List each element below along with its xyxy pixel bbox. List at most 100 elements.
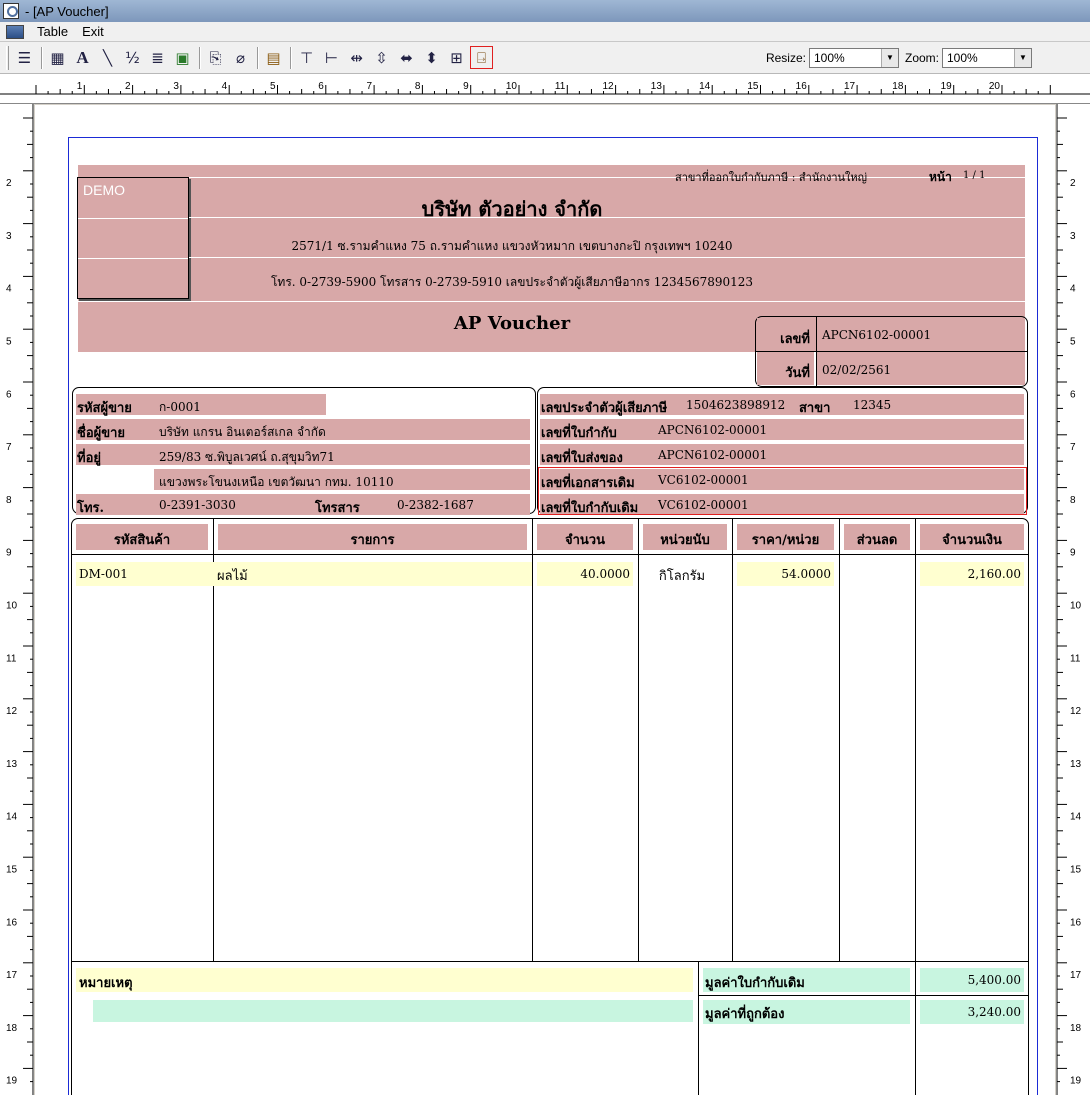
ruler-left-number: 7 [6,442,12,453]
header-divider [189,257,1025,258]
space-horizontal-icon[interactable]: ⇹ [345,46,368,69]
ruler-top-number: 16 [796,81,808,92]
ruler-top[interactable]: 1 2 3 4 5 6 7 8 9 10 11 12 13 14 15 16 17 18 19 20 [0,74,1090,104]
ruler-left-number: 11 [6,653,17,664]
col-header-unit-price: ราคา/หน่วย [751,533,820,548]
page-number: 1 / 1 [963,170,986,181]
correct-value-label: มูลค่าที่ถูกต้อง [705,1007,785,1022]
eraser-icon[interactable]: ⌀ [229,46,252,69]
ruler-left-ticks: 2 3 4 5 6 7 8 9 10 11 12 13 14 15 16 17 18 19 [6,104,33,1095]
ruler-left-number: 18 [6,1023,18,1034]
zoom-value: 100% [947,50,978,65]
ruler-top-number: 9 [463,81,469,92]
window-title: - [AP Voucher] [25,3,109,19]
toolbar-grip[interactable] [6,45,9,70]
ruler-left[interactable]: 2 3 4 5 6 7 8 9 10 11 12 13 14 15 16 17 18 19 [0,104,34,1095]
image-icon[interactable]: ▣ [171,46,194,69]
ruler-right-number: 15 [1070,864,1082,875]
chevron-down-icon[interactable]: ▼ [1014,48,1031,67]
demo-watermark: DEMO [83,182,125,198]
vendor-name: บริษัท แกรน อินเตอร์สเกล จำกัด [159,425,326,439]
row-unit-price: 54.0000 [781,567,831,581]
ruler-right-number: 6 [1070,389,1076,400]
ruler-top-number: 13 [651,81,663,92]
remark-label: หมายเหตุ [79,976,133,991]
menu-table[interactable]: Table [30,24,75,39]
ruler-right-number: 11 [1070,653,1081,664]
ruler-right[interactable]: 2 3 4 5 6 7 8 9 10 11 12 13 14 15 16 17 18 19 [1056,104,1090,1095]
exit-door-icon[interactable]: ⍈ [470,46,493,69]
report-canvas[interactable]: DEMO สาขาที่ออกใบกำกับภาษี : สำนักงานใหญ… [35,105,1055,1095]
table-row[interactable] [76,562,532,586]
original-value: 5,400.00 [967,973,1021,987]
chevron-down-icon[interactable]: ▼ [880,48,898,67]
ruler-right-number: 12 [1070,706,1082,717]
ruler-left-number: 16 [6,917,18,928]
toolbar-separator [257,46,259,69]
tax-id-label: เลขประจำตัวผู้เสียภาษี [541,401,668,416]
row-description: ผลไม้ [217,569,248,584]
col-header-unit: หน่วยนับ [660,533,710,548]
ruler-right-number: 17 [1070,970,1082,981]
ruler-left-number: 8 [6,495,12,506]
header-divider [78,301,1025,302]
delivery-no-value: APCN6102-00001 [658,448,768,462]
space-vertical-icon[interactable]: ⇳ [370,46,393,69]
resize-label: Resize: [765,50,806,65]
ruler-top-number: 4 [222,81,228,92]
same-height-icon[interactable]: ⬍ [420,46,443,69]
zoom-label: Zoom: [904,50,939,65]
align-icon[interactable]: ☰ [13,46,36,69]
menu-exit[interactable]: Exit [75,24,111,39]
remark-field[interactable] [93,1000,693,1022]
table-header-line [71,554,1029,555]
table-icon[interactable]: ▦ [46,46,69,69]
vendor-address-label: ที่อยู่ [77,451,101,466]
formula-icon[interactable]: ½ [121,46,144,69]
ruler-top-number: 8 [415,81,421,92]
logo-box[interactable]: DEMO [77,177,189,299]
align-left-icon[interactable]: ⊢ [320,46,343,69]
field-icon[interactable]: ≣ [146,46,169,69]
company-contact: โทร. 0-2739-5900 โทรสาร 0-2739-5910 เลขป… [270,275,754,289]
ruler-right-number: 3 [1070,231,1076,242]
menu-bar: Table Exit [0,22,1090,42]
ruler-left-number: 4 [6,284,12,295]
text-icon[interactable]: A [71,46,94,69]
ruler-top-number: 1 [77,81,83,92]
vendor-address-line2: แขวงพระโขนงเหนือ เขตวัฒนา กทม. 10110 [159,475,394,489]
properties-icon[interactable]: ▤ [262,46,285,69]
ruler-left-number: 9 [6,548,12,559]
ruler-right-number: 2 [1070,178,1076,189]
ruler-right-number: 14 [1070,812,1082,823]
same-width-icon[interactable]: ⬌ [395,46,418,69]
ruler-left-number: 15 [6,864,18,875]
ruler-top-number: 2 [125,81,131,92]
zoom-select[interactable]: 100% ▼ [942,47,1032,68]
vendor-code: ก-0001 [159,400,201,414]
toolbar-separator [199,46,201,69]
toolbar-separator [41,46,43,69]
ruler-top-number: 7 [367,81,373,92]
vendor-tel-label: โทร. [77,501,105,516]
document-title: AP Voucher [453,313,571,334]
ruler-left-number: 19 [6,1076,18,1087]
title-bar: - [AP Voucher] [0,0,1090,22]
align-top-icon[interactable]: ⊤ [295,46,318,69]
resize-value: 100% [813,50,845,65]
line-icon[interactable]: ╲ [96,46,119,69]
original-invoice-label: เลขที่ใบกำกับเดิม [541,501,639,516]
ruler-top-number: 5 [270,81,276,92]
ruler-top-number: 12 [602,81,614,92]
original-value-label: มูลค่าใบกำกับเดิม [705,976,805,991]
company-name: บริษัท ตัวอย่าง จำกัด [421,197,603,221]
window-menu-icon[interactable] [6,24,24,39]
row-unit: กิโลกรัม [658,569,706,584]
col-header-quantity: จำนวน [565,533,605,548]
ruler-right-number: 5 [1070,336,1076,347]
same-size-icon[interactable]: ⊞ [445,46,468,69]
ruler-top-number: 15 [747,81,759,92]
resize-select[interactable]: 100% ▼ [808,47,899,68]
copy-icon[interactable]: ⎘ [204,46,227,69]
ruler-right-number: 4 [1070,284,1076,295]
